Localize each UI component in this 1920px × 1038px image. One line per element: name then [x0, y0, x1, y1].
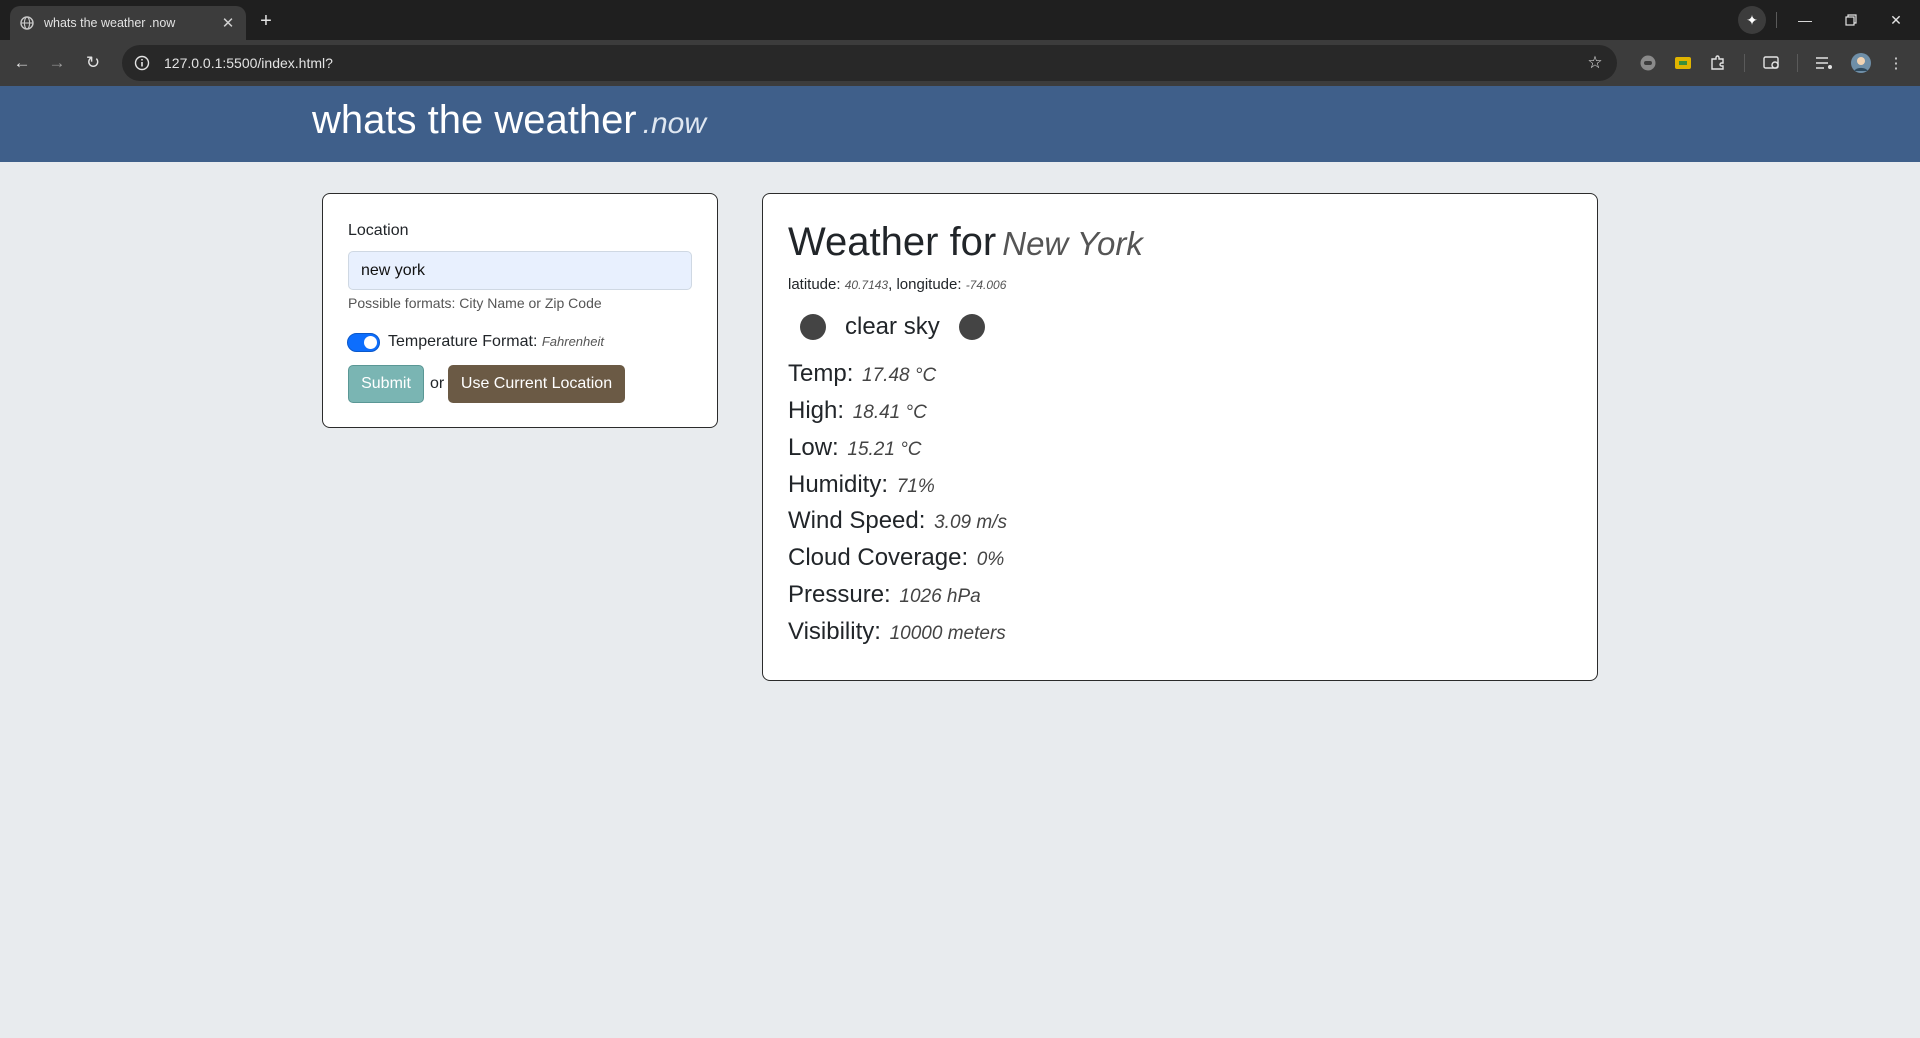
stat-label: Wind Speed:	[788, 507, 926, 534]
stat-value: 15.21 °C	[847, 439, 922, 460]
stat-value: 3.09 m/s	[934, 512, 1007, 533]
browser-tab-bar: whats the weather .now ✕ + ✦ — ✕	[0, 0, 1920, 40]
weather-condition-text: clear sky	[845, 313, 940, 340]
temperature-format-label: Temperature Format: Fahrenheit	[388, 333, 604, 351]
site-info-icon[interactable]	[132, 53, 152, 73]
tab-title: whats the weather .now	[44, 16, 176, 30]
stat-label: Temp:	[788, 360, 854, 387]
location-label: Location	[348, 222, 409, 239]
stat-value: 10000 meters	[889, 623, 1006, 644]
minimize-icon[interactable]: —	[1793, 8, 1817, 32]
stat-wind-speed: Wind Speed: 3.09 m/s	[788, 507, 1007, 535]
extension-icon[interactable]	[1636, 51, 1660, 75]
stat-value: 17.48 °C	[862, 365, 937, 386]
new-tab-button[interactable]: +	[254, 9, 278, 33]
toolbar-divider	[1776, 12, 1777, 28]
site-header: whats the weather .now	[0, 86, 1920, 162]
stat-pressure: Pressure: 1026 hPa	[788, 581, 981, 609]
weather-condition: clear sky	[800, 312, 985, 342]
stat-low: Low: 15.21 °C	[788, 434, 922, 462]
coordinates: latitude: 40.7143, longitude: -74.006	[788, 276, 1007, 293]
site-brand[interactable]: whats the weather .now	[312, 98, 706, 143]
toolbar-divider	[1797, 54, 1798, 72]
back-icon[interactable]: ←	[10, 51, 34, 75]
weather-title: Weather for New York	[788, 220, 1143, 265]
brand-name: whats the weather	[312, 98, 637, 142]
weather-title-prefix: Weather for	[788, 220, 997, 264]
stat-label: Humidity:	[788, 471, 889, 498]
address-bar[interactable]: 127.0.0.1:5500/index.html? ☆	[122, 45, 1617, 81]
stat-visibility: Visibility: 10000 meters	[788, 618, 1006, 646]
longitude-label: longitude:	[896, 276, 962, 293]
close-tab-icon[interactable]: ✕	[220, 15, 236, 32]
stat-label: Low:	[788, 434, 839, 461]
browser-tab[interactable]: whats the weather .now ✕	[10, 6, 246, 40]
temp-format-value: Fahrenheit	[541, 334, 604, 349]
stat-value: 18.41 °C	[852, 402, 927, 423]
stat-label: Visibility:	[788, 618, 881, 645]
weather-condition-icon	[800, 314, 826, 340]
tab-search-icon[interactable]	[1760, 51, 1784, 75]
or-text: or	[430, 375, 445, 392]
stat-label: Cloud Coverage:	[788, 544, 969, 571]
brand-suffix: .now	[642, 107, 707, 140]
bookmark-star-icon[interactable]: ☆	[1585, 53, 1605, 73]
latitude-value: 40.7143	[844, 278, 889, 292]
stat-value: 1026 hPa	[899, 586, 981, 607]
latitude-label: latitude:	[788, 276, 841, 293]
reading-list-icon[interactable]	[1812, 51, 1836, 75]
toggle-knob	[364, 336, 377, 349]
use-current-location-button[interactable]: Use Current Location	[448, 365, 625, 403]
weather-condition-icon	[958, 314, 985, 340]
location-form-card: Location Possible formats: City Name or …	[322, 193, 718, 428]
puzzle-extensions-icon[interactable]	[1706, 51, 1730, 75]
reload-icon[interactable]: ↻	[81, 51, 105, 75]
temperature-format-toggle[interactable]	[347, 333, 380, 352]
profile-avatar-icon[interactable]	[1849, 51, 1873, 75]
stat-value: 71%	[896, 476, 935, 497]
stat-value: 0%	[976, 549, 1005, 570]
location-help-text: Possible formats: City Name or Zip Code	[348, 295, 602, 311]
close-window-icon[interactable]: ✕	[1884, 8, 1908, 32]
globe-icon	[20, 16, 34, 30]
stat-temp: Temp: 17.48 °C	[788, 360, 936, 388]
stat-cloud-coverage: Cloud Coverage: 0%	[788, 544, 1004, 572]
browser-toolbar: ← → ↻ 127.0.0.1:5500/index.html? ☆ ⋮	[0, 40, 1920, 86]
password-manager-icon[interactable]	[1671, 51, 1695, 75]
url-text: 127.0.0.1:5500/index.html?	[164, 55, 333, 71]
gemini-icon[interactable]: ✦	[1738, 6, 1766, 34]
stat-label: High:	[788, 397, 845, 424]
weather-city: New York	[1002, 225, 1143, 262]
temp-format-text: Temperature Format:	[388, 333, 538, 350]
weather-result-card: Weather for New York latitude: 40.7143, l…	[762, 193, 1598, 681]
restore-icon[interactable]	[1839, 8, 1863, 32]
forward-icon[interactable]: →	[45, 51, 69, 75]
submit-button[interactable]: Submit	[348, 365, 424, 403]
stat-label: Pressure:	[788, 581, 891, 608]
longitude-value: -74.006	[965, 278, 1007, 292]
more-menu-icon[interactable]: ⋮	[1884, 51, 1908, 75]
stat-high: High: 18.41 °C	[788, 397, 927, 425]
stat-humidity: Humidity: 71%	[788, 471, 935, 499]
toolbar-divider	[1744, 54, 1745, 72]
location-input[interactable]	[348, 251, 692, 290]
